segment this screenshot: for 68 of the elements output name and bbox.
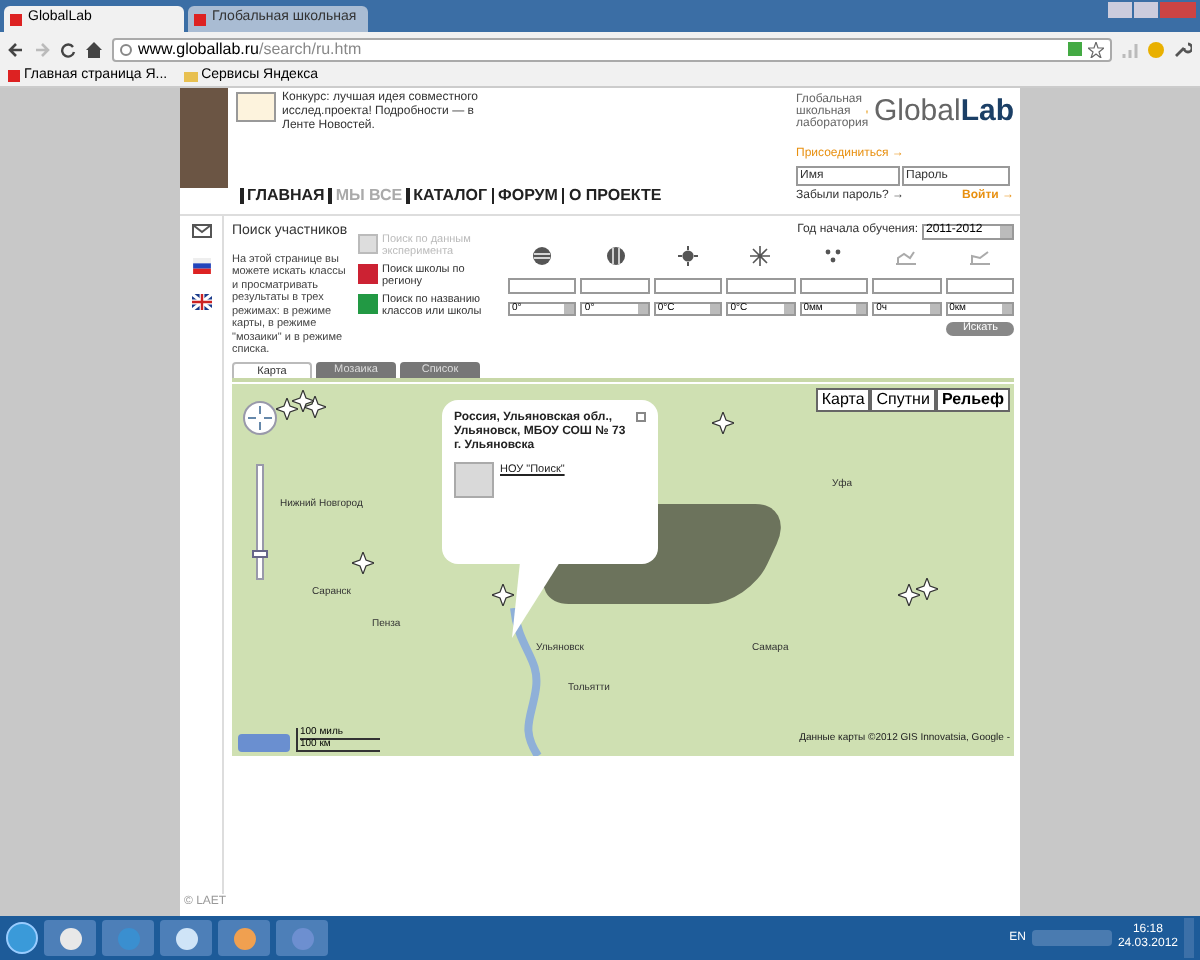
address-bar[interactable]: www.globallab.ru/search/ru.htm [112,37,1112,61]
filter-field[interactable] [653,278,723,294]
folder-icon [183,71,198,81]
dropdown-icon [856,304,867,314]
filter-field[interactable] [872,278,942,294]
pan-control-icon[interactable] [242,399,278,435]
star-marker-icon[interactable] [352,551,374,573]
zoom-slider-thumb[interactable] [252,550,268,559]
news-icon [236,92,276,122]
filter-field[interactable] [726,278,796,294]
star-icon[interactable] [1088,41,1104,57]
russian-flag-icon[interactable] [191,258,211,274]
dropdown-icon [564,304,575,314]
filter-field[interactable] [580,278,650,294]
raindrops-icon [823,246,844,266]
star-marker-icon[interactable] [898,583,920,605]
close-icon[interactable] [636,411,646,421]
taskbar-app-icon[interactable] [218,920,270,956]
globe-meridian-icon [605,246,626,266]
nav-link[interactable]: КАТАЛОГ [413,184,488,208]
logo: GlobalLab [873,96,1014,128]
bookmark-favicon-icon [8,70,20,82]
home-icon[interactable] [86,41,102,57]
bars-icon[interactable] [1122,41,1138,57]
sun-icon [678,246,699,266]
page-icon [120,43,132,55]
dropdown-icon [929,304,940,314]
reload-icon[interactable] [60,41,76,57]
back-arrow-icon[interactable] [8,41,24,57]
emblem-icon [454,461,494,497]
envelope-icon[interactable] [191,224,211,238]
filter-field[interactable] [945,278,1014,294]
wrench-icon[interactable] [1174,40,1192,58]
hill-icon [967,246,992,266]
tab-favicon-icon [194,13,206,25]
star-marker-icon[interactable] [292,389,314,411]
snowflake-icon [750,246,771,266]
nav-link[interactable]: ФОРУМ [498,184,558,208]
star-marker-icon[interactable] [276,397,298,419]
map-type-button[interactable]: Карта [815,387,871,411]
taskbar-app-icon[interactable] [44,920,96,956]
filter-field[interactable] [799,278,869,294]
nav-link[interactable]: О ПРОЕКТЕ [568,184,662,208]
filter-field[interactable] [508,278,577,294]
star-marker-icon[interactable] [492,583,514,605]
dropdown-icon [710,304,721,314]
tab-favicon-icon [10,13,22,25]
star-marker-icon[interactable] [304,395,326,417]
taskbar-app-icon[interactable] [160,920,212,956]
start-button[interactable] [6,922,38,954]
star-marker-icon[interactable] [916,577,938,599]
popup-pointer [508,561,560,637]
british-flag-icon[interactable] [191,294,211,310]
forward-arrow-icon[interactable] [34,41,50,57]
dropdown-icon [637,304,648,314]
photo-placeholder [180,88,228,188]
star-marker-icon[interactable] [712,411,734,433]
map[interactable] [232,383,1014,755]
url-text: www.globallab.ru/search/ru.htm [138,37,362,61]
globe-icon [532,246,553,266]
extension-icon[interactable] [1148,41,1164,57]
nav-link[interactable]: ГЛАВНАЯ [247,184,325,208]
map-type-button[interactable]: Спутни [870,387,936,411]
hill-icon [894,246,919,266]
dropdown-icon [1000,225,1012,237]
map-type-button[interactable]: Рельеф [935,387,1010,411]
dropdown-icon [783,304,794,314]
dropdown-icon [1001,304,1012,314]
